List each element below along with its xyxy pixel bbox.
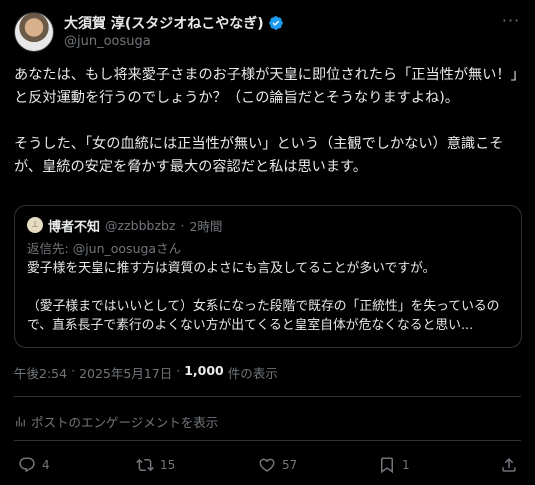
repost-button[interactable]: 15: [136, 456, 175, 474]
divider: [14, 396, 521, 397]
like-button[interactable]: 57: [258, 456, 297, 474]
separator-dot: ·: [71, 363, 76, 378]
share-button[interactable]: [500, 456, 518, 474]
tweet-meta: 午後2:54 · 2025年5月17日 · 1,000 件の表示: [14, 363, 278, 382]
repost-icon: [136, 458, 154, 472]
separator-dot: ·: [176, 363, 181, 378]
reply-icon: [19, 457, 35, 473]
like-count: 57: [282, 458, 298, 472]
share-icon: [502, 457, 516, 472]
quoted-tweet-time: 2時間: [189, 218, 223, 234]
author-avatar[interactable]: [14, 12, 54, 52]
author-name[interactable]: 大須賀 淳(スタジオねこやなぎ): [64, 13, 264, 33]
action-bar: 4 15 57 1: [14, 456, 521, 476]
view-engagements-label: ポストのエンゲージメントを表示: [31, 415, 219, 430]
tweet-text: あなたは、もし将来愛子さまのお子様が天皇に即位されたら「正当性が無い！」と反対運…: [14, 67, 518, 175]
reply-count: 4: [42, 458, 50, 472]
analytics-icon: [16, 416, 25, 427]
bookmark-icon: [381, 457, 393, 474]
view-engagements-link[interactable]: ポストのエンゲージメントを表示: [14, 412, 218, 431]
author-name-row: 大須賀 淳(スタジオねこやなぎ): [64, 13, 284, 33]
heart-icon: [259, 458, 275, 472]
view-count-label: 件の表示: [227, 366, 278, 381]
reply-mention: @jun_oosuga: [72, 241, 157, 256]
tweet-time[interactable]: 午後2:54: [14, 363, 67, 382]
quoted-tweet-body: 愛子様を天皇に推す方は資質のよさにも言及してることが多いですが。 （愛子様までは…: [27, 261, 500, 333]
bookmark-count: 1: [402, 458, 410, 472]
separator-dot: ·: [180, 217, 185, 233]
reply-button[interactable]: 4: [18, 456, 50, 474]
author-handle[interactable]: @jun_oosuga: [64, 34, 151, 49]
quoted-tweet-header: ⊥ 博者不知 @zzbbbzbz · 2時間: [27, 216, 509, 235]
quoted-reply-to: 返信先: @jun_oosugaさん: [27, 238, 509, 256]
reply-suffix: さん: [156, 241, 182, 256]
quoted-author-avatar: ⊥: [27, 217, 43, 233]
divider: [14, 440, 521, 441]
reply-prefix: 返信先:: [27, 241, 73, 256]
quoted-author-handle: @zzbbbzbz: [105, 217, 176, 233]
verified-badge-icon: [268, 16, 283, 30]
view-count: 1,000: [184, 363, 224, 378]
tweet-date[interactable]: 2025年5月17日: [79, 363, 172, 382]
quoted-tweet[interactable]: ⊥ 博者不知 @zzbbbzbz · 2時間 返信先: @jun_oosugaさ…: [14, 205, 522, 348]
bookmark-button[interactable]: 1: [378, 456, 410, 474]
quoted-author-name: 博者不知: [48, 219, 101, 235]
repost-count: 15: [160, 458, 176, 472]
more-options-icon[interactable]: ···: [501, 13, 521, 32]
tweet-header: 大須賀 淳(スタジオねこやなぎ) @jun_oosuga ···: [14, 12, 521, 56]
